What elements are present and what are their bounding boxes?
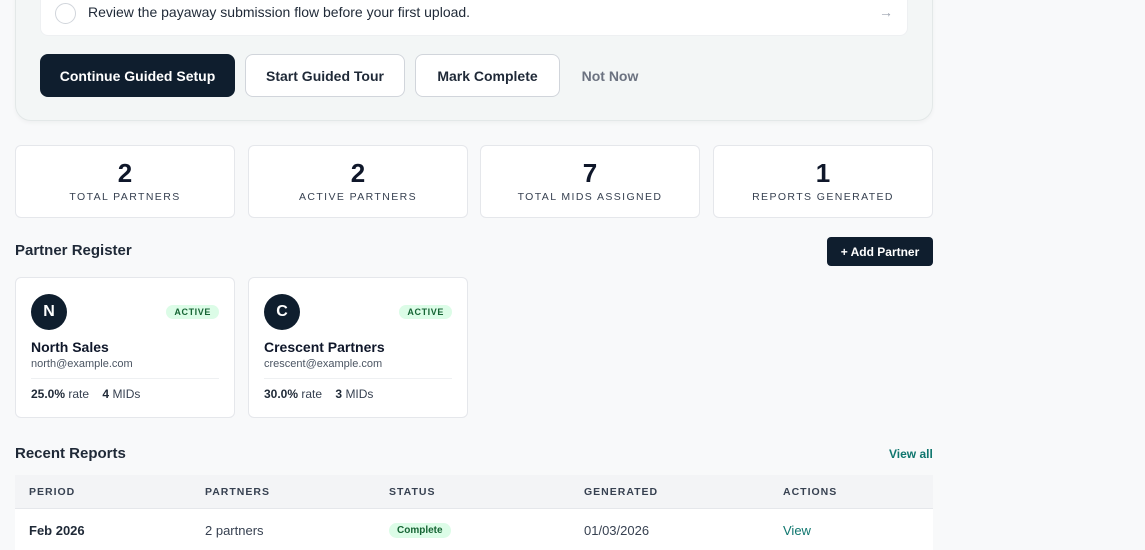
stat-total-mids: 7 TOTAL MIDS ASSIGNED <box>480 145 700 218</box>
stat-active-partners: 2 ACTIVE PARTNERS <box>248 145 468 218</box>
cell-partners: 2 partners <box>205 523 264 538</box>
column-header-actions: ACTIONS <box>783 486 838 498</box>
status-badge: ACTIVE <box>399 305 452 319</box>
partner-card[interactable]: C ACTIVE Crescent Partners crescent@exam… <box>248 277 468 418</box>
divider <box>31 378 219 379</box>
task-checkbox[interactable] <box>55 3 76 24</box>
partner-rate: 25.0% <box>31 387 66 401</box>
partner-email: north@example.com <box>31 358 133 370</box>
partner-rate: 30.0% <box>264 387 299 401</box>
stat-value: 2 <box>117 158 133 188</box>
reports-table-header: PERIOD PARTNERS STATUS GENERATED ACTIONS <box>15 475 933 509</box>
recent-reports-title: Recent Reports <box>15 445 126 462</box>
not-now-button[interactable]: Not Now <box>570 54 650 97</box>
mids-label: MIDs <box>345 387 374 401</box>
partner-mids-count: 3 <box>335 387 343 401</box>
column-header-generated: GENERATED <box>584 486 659 498</box>
status-badge: Complete <box>389 523 451 538</box>
task-text: Review the payaway submission flow befor… <box>88 4 471 20</box>
stat-value: 7 <box>582 158 598 188</box>
stat-label: TOTAL PARTNERS <box>69 191 181 203</box>
partner-mids-count: 4 <box>102 387 110 401</box>
mids-label: MIDs <box>112 387 141 401</box>
stat-value: 1 <box>815 158 831 188</box>
column-header-period: PERIOD <box>29 486 76 498</box>
partner-stats: 25.0% rate 4 MIDs <box>31 387 140 401</box>
add-partner-button[interactable]: + Add Partner <box>827 237 933 266</box>
rate-label: rate <box>68 387 90 401</box>
avatar: C <box>264 294 300 330</box>
stat-label: TOTAL MIDS ASSIGNED <box>517 191 663 203</box>
stat-total-partners: 2 TOTAL PARTNERS <box>15 145 235 218</box>
partner-name: Crescent Partners <box>264 339 385 355</box>
stat-reports-generated: 1 REPORTS GENERATED <box>713 145 933 218</box>
view-all-link[interactable]: View all <box>889 447 933 461</box>
partner-register-title: Partner Register <box>15 242 132 259</box>
avatar: N <box>31 294 67 330</box>
cell-generated: 01/03/2026 <box>584 523 650 538</box>
setup-task-row[interactable]: Review the payaway submission flow befor… <box>40 0 908 36</box>
mark-complete-button[interactable]: Mark Complete <box>415 54 560 97</box>
stat-value: 2 <box>350 158 366 188</box>
continue-guided-setup-button[interactable]: Continue Guided Setup <box>40 54 235 97</box>
stat-label: REPORTS GENERATED <box>752 191 894 203</box>
divider <box>264 378 452 379</box>
partner-card[interactable]: N ACTIVE North Sales north@example.com 2… <box>15 277 235 418</box>
partner-stats: 30.0% rate 3 MIDs <box>264 387 373 401</box>
arrow-right-icon[interactable]: → <box>879 4 893 20</box>
status-badge: ACTIVE <box>166 305 219 319</box>
start-guided-tour-button[interactable]: Start Guided Tour <box>245 54 405 97</box>
column-header-status: STATUS <box>389 486 436 498</box>
partner-name: North Sales <box>31 339 109 355</box>
partner-email: crescent@example.com <box>264 358 383 370</box>
view-report-link[interactable]: View <box>783 523 811 538</box>
stat-label: ACTIVE PARTNERS <box>298 191 418 203</box>
column-header-partners: PARTNERS <box>205 486 270 498</box>
table-row: Feb 2026 2 partners Complete 01/03/2026 … <box>15 509 933 550</box>
cell-period: Feb 2026 <box>29 523 85 538</box>
rate-label: rate <box>301 387 323 401</box>
